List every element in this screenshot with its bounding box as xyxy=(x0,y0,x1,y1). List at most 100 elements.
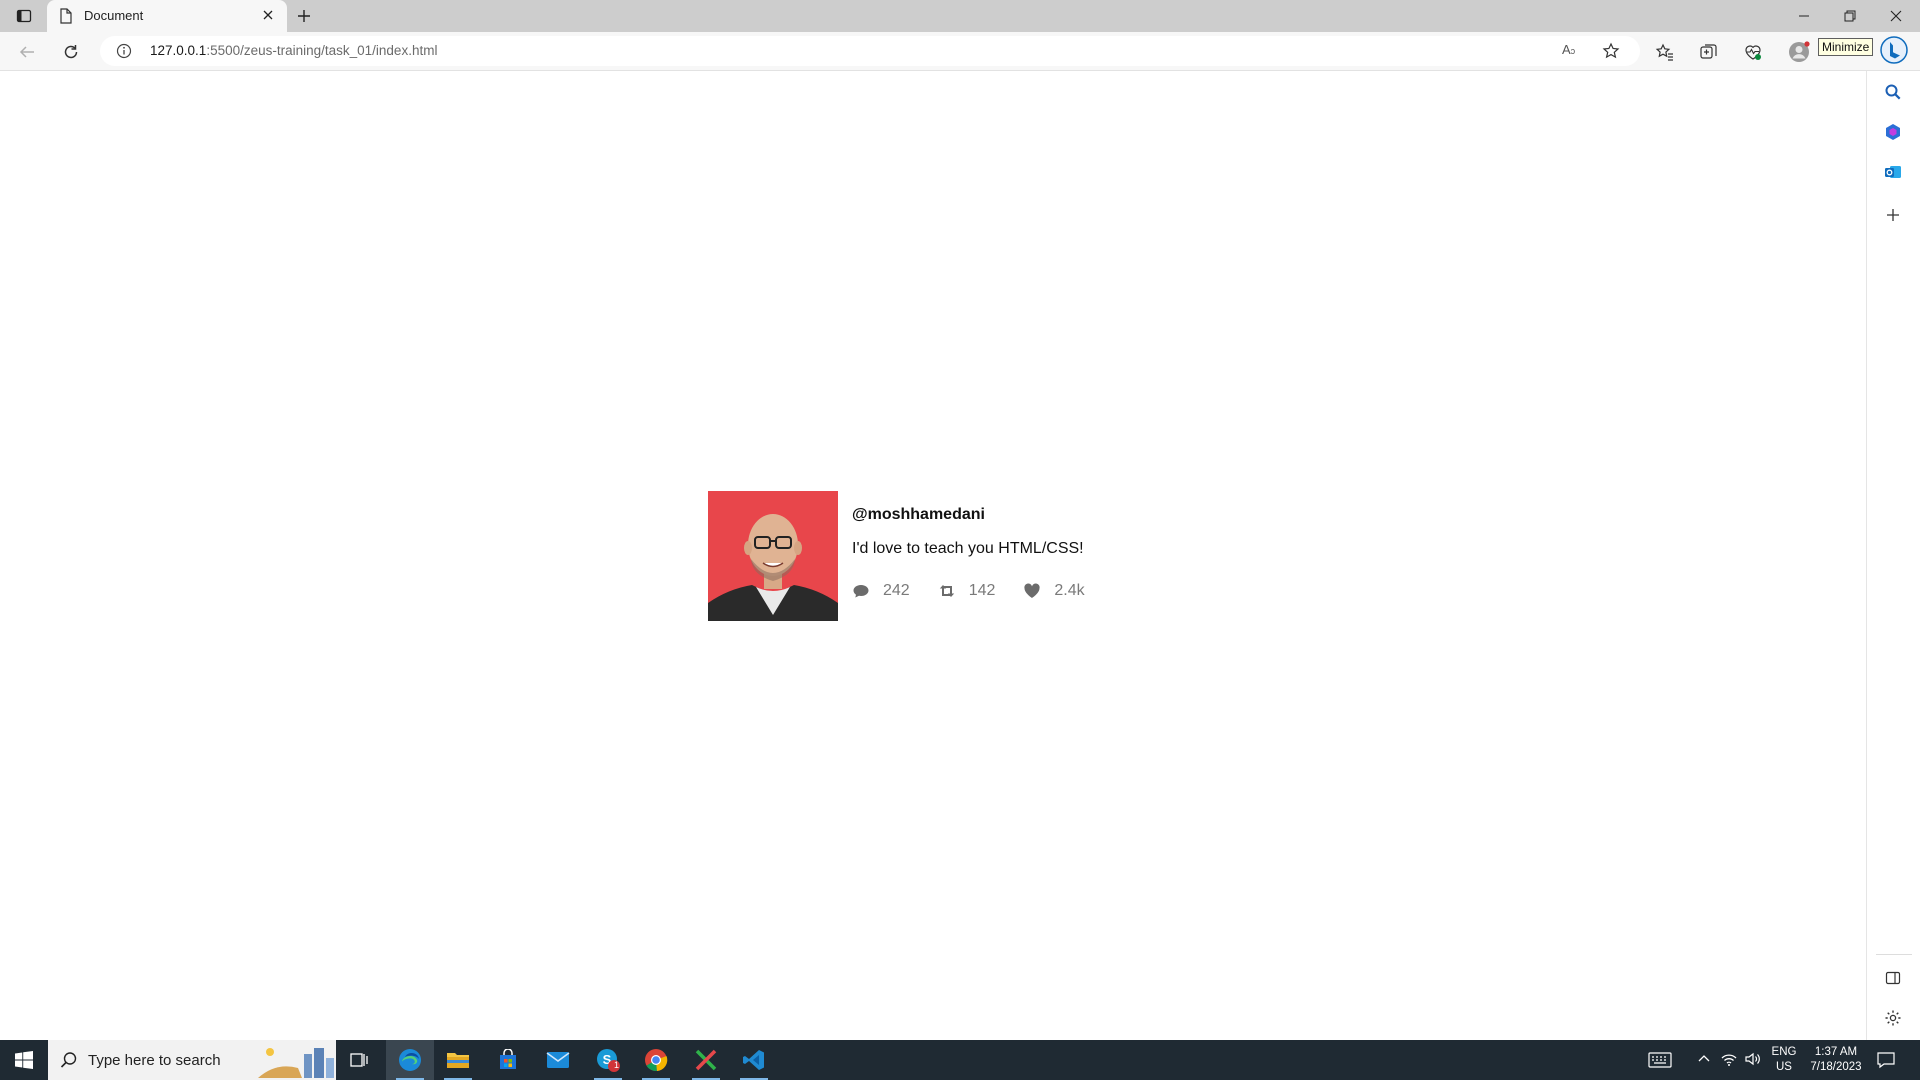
sidebar-settings-button[interactable] xyxy=(1880,1005,1906,1031)
heart-icon xyxy=(1024,583,1041,598)
gear-icon xyxy=(1885,1010,1901,1026)
sidebar-office-button[interactable] xyxy=(1880,119,1906,145)
browser-essentials-button[interactable] xyxy=(1742,41,1764,63)
restore-icon xyxy=(1844,10,1856,22)
tab-actions-icon xyxy=(16,9,32,23)
search-highlight-image xyxy=(256,1044,336,1083)
sidebar-search-button[interactable] xyxy=(1880,79,1906,105)
like-count: 2.4k xyxy=(1054,582,1085,599)
office-icon xyxy=(1886,124,1900,140)
browser-toolbar: 127.0.0.1:5500/zeus-training/task_01/ind… xyxy=(0,32,1920,71)
sidebar-outlook-button[interactable] xyxy=(1880,159,1906,185)
heartbeat-icon xyxy=(1745,45,1761,60)
retweet-count: 142 xyxy=(968,582,996,599)
restore-button[interactable] xyxy=(1827,0,1873,32)
vscode-icon xyxy=(743,1050,764,1070)
wifi-icon[interactable] xyxy=(1720,1051,1738,1072)
search-icon xyxy=(60,1051,78,1074)
taskbar-store[interactable] xyxy=(484,1040,532,1080)
windows-icon xyxy=(15,1051,33,1069)
task-view-icon xyxy=(350,1053,368,1067)
minimize-icon xyxy=(1799,15,1809,17)
url-text[interactable]: 127.0.0.1:5500/zeus-training/task_01/ind… xyxy=(150,43,437,58)
sidebar-panel-icon xyxy=(1885,971,1901,985)
sidebar-divider xyxy=(1876,954,1912,955)
region-code: US xyxy=(1776,1061,1792,1073)
bing-icon xyxy=(1880,36,1908,64)
favorites-button[interactable] xyxy=(1654,41,1676,63)
sidebar-add-button[interactable] xyxy=(1880,202,1906,228)
minimize-tooltip: Minimize xyxy=(1818,38,1874,56)
page-icon xyxy=(59,8,73,29)
volume-icon[interactable] xyxy=(1744,1051,1762,1072)
taskbar-mail[interactable] xyxy=(534,1040,582,1080)
read-aloud-icon[interactable]: Aↄ xyxy=(1562,42,1575,57)
close-window-button[interactable] xyxy=(1873,0,1919,32)
mail-icon xyxy=(546,1052,570,1068)
tweet-handle[interactable]: @moshhamedani xyxy=(852,506,985,524)
profile-avatar-icon xyxy=(1789,41,1810,62)
edge-icon xyxy=(399,1049,421,1071)
x-app-icon xyxy=(695,1049,717,1071)
taskbar-app-x[interactable] xyxy=(682,1040,730,1080)
tab-actions-button[interactable] xyxy=(10,5,38,27)
profile-button[interactable] xyxy=(1788,41,1810,63)
tweet-stats: 242 142 2.4k xyxy=(852,582,1113,600)
folder-icon xyxy=(447,1053,469,1068)
taskbar-file-explorer[interactable] xyxy=(434,1040,482,1080)
clock-date: 7/18/2023 xyxy=(1810,1061,1862,1073)
like-stat[interactable]: 2.4k xyxy=(1023,582,1085,600)
outlook-icon xyxy=(1885,166,1901,178)
minimize-button[interactable] xyxy=(1781,0,1827,32)
close-icon xyxy=(1890,10,1902,22)
avatar xyxy=(708,491,838,621)
comment-icon xyxy=(853,585,869,598)
favorites-icon xyxy=(1655,43,1673,61)
taskbar-skype[interactable]: S 1 xyxy=(584,1040,632,1080)
favorite-star-icon[interactable] xyxy=(1602,42,1620,65)
taskbar: Type here to search S 1 ENG US 1:37 AM 7… xyxy=(0,1040,1920,1080)
new-tab-button[interactable] xyxy=(292,4,316,28)
start-button[interactable] xyxy=(0,1040,48,1080)
tab-strip xyxy=(0,0,1920,32)
clock[interactable]: 1:37 AM 7/18/2023 xyxy=(1806,1045,1866,1075)
address-bar[interactable]: 127.0.0.1:5500/zeus-training/task_01/ind… xyxy=(100,36,1640,66)
retweet-icon xyxy=(939,585,954,597)
plus-icon xyxy=(298,10,310,22)
taskbar-vscode[interactable] xyxy=(730,1040,778,1080)
tab-document[interactable]: Document xyxy=(47,0,287,32)
read-aloud-label: A xyxy=(1562,42,1571,57)
notifications-icon[interactable] xyxy=(1876,1050,1896,1075)
plus-icon xyxy=(1887,209,1899,221)
taskbar-search[interactable]: Type here to search xyxy=(48,1040,336,1080)
close-tab-icon[interactable] xyxy=(261,8,275,27)
collections-icon xyxy=(1700,44,1717,59)
hide-sidebar-button[interactable] xyxy=(1880,965,1906,991)
retweet-stat[interactable]: 142 xyxy=(938,582,996,600)
chrome-icon xyxy=(645,1049,668,1072)
site-info-icon[interactable] xyxy=(116,43,132,64)
comment-count: 242 xyxy=(883,582,910,599)
tweet-card: @moshhamedani I'd love to teach you HTML… xyxy=(708,491,1128,621)
comment-stat[interactable]: 242 xyxy=(852,582,910,600)
back-button[interactable] xyxy=(14,39,40,65)
refresh-icon xyxy=(64,45,78,59)
task-view-button[interactable] xyxy=(336,1040,384,1080)
language-code: ENG xyxy=(1771,1046,1797,1058)
bing-chat-button[interactable] xyxy=(1880,36,1908,64)
language-indicator[interactable]: ENG US xyxy=(1768,1045,1800,1075)
taskbar-chrome[interactable] xyxy=(632,1040,680,1080)
collections-button[interactable] xyxy=(1698,41,1720,63)
back-arrow-icon xyxy=(19,46,34,58)
refresh-button[interactable] xyxy=(58,39,84,65)
skype-badge: 1 xyxy=(614,1060,620,1070)
keyboard-icon[interactable] xyxy=(1648,1050,1672,1075)
search-placeholder: Type here to search xyxy=(88,1052,221,1069)
profile-photo xyxy=(708,491,838,621)
tab-title: Document xyxy=(84,8,144,23)
taskbar-edge[interactable] xyxy=(386,1040,434,1080)
tweet-text: I'd love to teach you HTML/CSS! xyxy=(852,540,1084,557)
search-icon xyxy=(1885,84,1901,100)
store-icon xyxy=(500,1049,516,1069)
chevron-up-icon[interactable] xyxy=(1697,1052,1711,1071)
